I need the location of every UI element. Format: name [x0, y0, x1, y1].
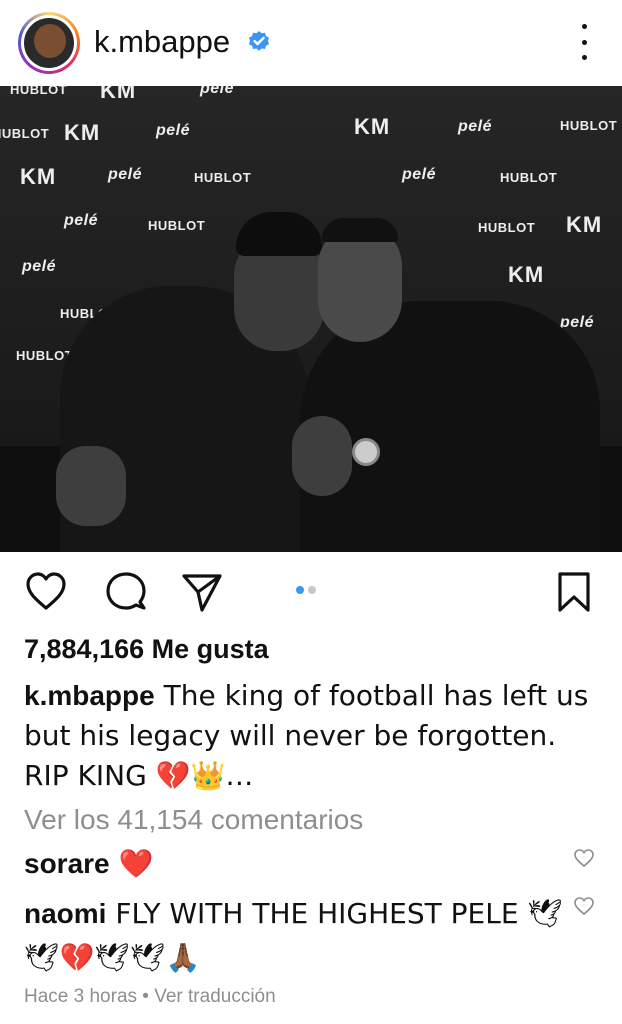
avatar-image [24, 18, 74, 68]
carousel-dot [308, 586, 316, 594]
likes-count[interactable]: 7,884,166 Me gusta [24, 634, 269, 665]
heart-icon[interactable] [24, 570, 68, 614]
bookmark-icon[interactable] [552, 570, 596, 614]
comment-icon[interactable] [104, 570, 148, 614]
translate-link[interactable]: Ver traducción [154, 986, 275, 1007]
carousel-dot-active [296, 586, 304, 594]
watch [352, 438, 380, 466]
comment-like-heart-icon[interactable] [573, 896, 595, 916]
post-username[interactable]: k.mbappe [94, 24, 230, 60]
caption-username[interactable]: k.mbappe [24, 680, 155, 711]
comment-username[interactable]: sorare [24, 848, 110, 879]
comment-text: ❤️ [109, 847, 154, 880]
post-timestamp: Hace 3 horas [24, 986, 138, 1007]
carousel-indicator [296, 586, 316, 594]
comment-item: sorare ❤️ [24, 842, 564, 886]
verified-badge-icon [249, 31, 269, 51]
post-actions [0, 570, 622, 618]
post-image[interactable]: HUBLOT KM pelé HUBLOT KM pelé KM pelé HU… [0, 86, 622, 552]
post-meta: Hace 3 horas • Ver traducción [24, 986, 276, 1007]
send-icon[interactable] [180, 570, 224, 614]
comment-like-heart-icon[interactable] [573, 848, 595, 868]
view-comments-link[interactable]: Ver los 41,154 comentarios [24, 804, 363, 836]
caption: k.mbappe The king of football has left u… [24, 676, 604, 796]
post-header: k.mbappe [0, 0, 622, 86]
more-vertical-icon[interactable] [574, 24, 594, 60]
comment-username[interactable]: naomi [24, 898, 106, 929]
comment-item: naomi FLY WITH THE HIGHEST PELE 🕊🕊💔🕊🕊🙏🏾 [24, 892, 564, 980]
avatar[interactable] [18, 12, 80, 74]
